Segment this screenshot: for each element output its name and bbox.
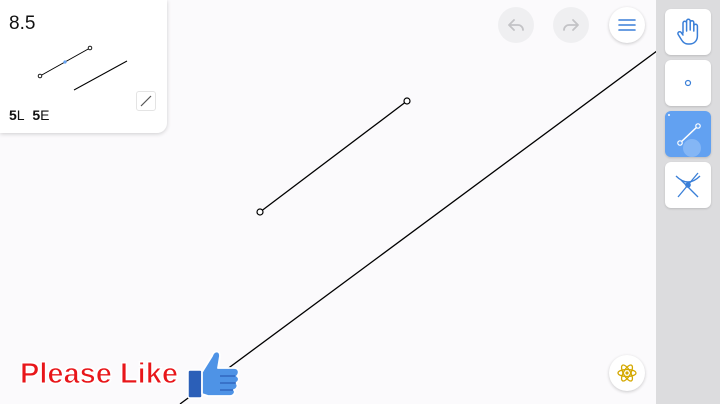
please-like-banner: Please Like xyxy=(20,346,244,402)
atom-icon xyxy=(617,364,637,382)
undo-icon xyxy=(508,19,524,31)
line-icon xyxy=(140,95,152,107)
undo-button[interactable] xyxy=(498,7,534,43)
menu-button[interactable] xyxy=(609,7,645,43)
thumbs-up-icon xyxy=(187,350,240,399)
redo-icon xyxy=(563,19,579,31)
constructed-line[interactable] xyxy=(179,27,689,404)
tool-line[interactable] xyxy=(665,111,711,157)
redo-button[interactable] xyxy=(553,7,589,43)
l-count: 5 xyxy=(9,107,17,123)
level-card: 8.5 5L 5E xyxy=(0,0,167,133)
segment-endpoint-a[interactable] xyxy=(256,208,264,216)
segment-endpoint-b[interactable] xyxy=(403,97,411,105)
line-preview-button[interactable] xyxy=(136,91,156,111)
score-counter: 5L 5E xyxy=(9,107,50,123)
hand-icon xyxy=(677,18,699,45)
tool-point[interactable] xyxy=(665,60,711,106)
e-unit: E xyxy=(40,107,50,123)
level-goal-preview xyxy=(37,45,128,91)
tool-palette xyxy=(656,0,720,404)
settings-button[interactable] xyxy=(609,355,645,391)
please-like-text: Please Like xyxy=(20,357,179,390)
e-count: 5 xyxy=(32,107,41,123)
point-icon xyxy=(684,79,692,87)
hamburger-menu-icon xyxy=(618,19,636,31)
intersection-icon xyxy=(675,172,701,198)
given-segment[interactable] xyxy=(259,100,408,213)
l-unit: L xyxy=(16,107,25,123)
line-icon xyxy=(668,114,701,157)
tool-hand[interactable] xyxy=(665,9,711,55)
tool-intersection[interactable] xyxy=(665,162,711,208)
